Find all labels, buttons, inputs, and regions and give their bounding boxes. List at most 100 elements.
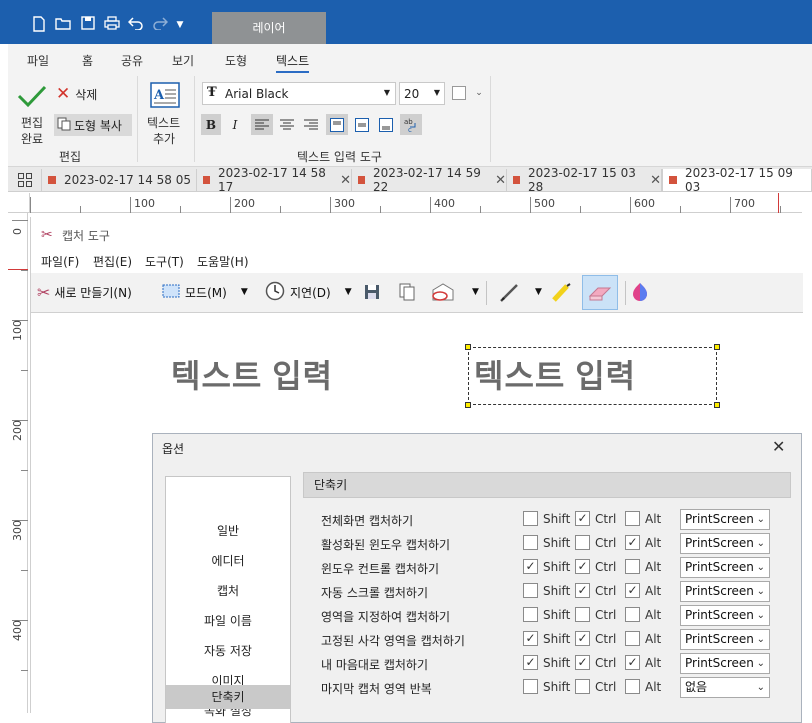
nav-item[interactable]: 일반 — [166, 519, 290, 543]
new-file-icon[interactable] — [30, 16, 48, 34]
menu-home[interactable]: 홈 — [82, 52, 93, 69]
alt-checkbox[interactable]: ✓ — [625, 655, 640, 670]
new-capture-button[interactable]: ✂ 새로 만들기(N) — [37, 279, 132, 305]
shape-copy-button[interactable]: 도형 복사 — [54, 114, 132, 136]
paint-3d-icon[interactable] — [631, 279, 649, 305]
key-select[interactable]: PrintScreen ⌄ — [680, 557, 770, 578]
resize-handle[interactable] — [714, 344, 720, 350]
ctrl-checkbox[interactable] — [575, 607, 590, 622]
ctrl-checkbox[interactable]: ✓ — [575, 511, 590, 526]
key-select[interactable]: PrintScreen ⌄ — [680, 509, 770, 530]
valign-bottom-icon[interactable] — [375, 114, 397, 135]
copy-icon[interactable] — [398, 279, 416, 305]
menu-view[interactable]: 보기 — [172, 52, 194, 69]
document-tab[interactable]: 2023-02-17 14 59 22 ✕ — [352, 166, 507, 194]
key-select[interactable]: 없음 ⌄ — [680, 677, 770, 698]
nav-item[interactable]: 캡처 — [166, 579, 290, 603]
font-name-combo[interactable]: Ŧ Arial Black ▼ — [202, 82, 396, 105]
mode-button[interactable]: 모드(M) ▼ — [162, 279, 248, 305]
key-select[interactable]: PrintScreen ⌄ — [680, 605, 770, 626]
key-select[interactable]: PrintScreen ⌄ — [680, 581, 770, 602]
shift-checkbox[interactable] — [523, 511, 538, 526]
capture-menu-file[interactable]: 파일(F) — [41, 253, 79, 270]
shift-checkbox[interactable]: ✓ — [523, 655, 538, 670]
alt-checkbox[interactable] — [625, 607, 640, 622]
shift-checkbox[interactable]: ✓ — [523, 559, 538, 574]
send-mail-icon[interactable] — [431, 279, 457, 305]
menu-file[interactable]: 파일 — [27, 52, 49, 69]
capture-menu-help[interactable]: 도움말(H) — [197, 253, 249, 270]
ctrl-checkbox[interactable]: ✓ — [575, 583, 590, 598]
ctrl-checkbox[interactable]: ✓ — [575, 655, 590, 670]
font-size-combo[interactable]: 20 ▼ — [399, 82, 445, 105]
close-icon[interactable]: ✕ — [495, 173, 506, 188]
chevron-down-icon[interactable]: ▼ — [535, 279, 542, 305]
open-folder-icon[interactable] — [54, 16, 72, 34]
document-tab[interactable]: 2023-02-17 14 58 05 — [42, 169, 197, 191]
key-select[interactable]: PrintScreen ⌄ — [680, 533, 770, 554]
ctrl-checkbox[interactable]: ✓ — [575, 559, 590, 574]
canvas-text-right[interactable]: 텍스트 입력 — [474, 351, 636, 397]
align-center-icon[interactable] — [276, 114, 298, 135]
resize-handle[interactable] — [465, 402, 471, 408]
shift-checkbox[interactable] — [523, 679, 538, 694]
redo-icon[interactable] — [151, 16, 169, 34]
alt-checkbox[interactable] — [625, 679, 640, 694]
shift-checkbox[interactable]: ✓ — [523, 631, 538, 646]
close-icon[interactable]: ✕ — [650, 173, 661, 188]
alt-checkbox[interactable]: ✓ — [625, 583, 640, 598]
delete-button[interactable]: ✕ 삭제 — [56, 84, 112, 104]
close-icon[interactable]: ✕ — [340, 173, 351, 188]
delay-button[interactable]: 지연(D) ▼ — [265, 279, 352, 305]
alt-checkbox[interactable]: ✓ — [625, 535, 640, 550]
align-right-icon[interactable] — [300, 114, 322, 135]
capture-menu-tools[interactable]: 도구(T) — [145, 253, 184, 270]
valign-top-icon[interactable] — [326, 114, 348, 135]
shift-checkbox[interactable] — [523, 607, 538, 622]
ctrl-checkbox[interactable] — [575, 679, 590, 694]
document-tab[interactable]: 2023-02-17 15 03 28 ✕ — [507, 166, 662, 194]
chevron-down-icon[interactable]: ⌄ — [473, 85, 485, 101]
resize-handle[interactable] — [714, 402, 720, 408]
text-wrap-icon[interactable]: ab c — [400, 114, 422, 135]
checkmark-icon[interactable] — [16, 82, 48, 110]
resize-handle[interactable] — [465, 344, 471, 350]
close-icon[interactable]: ✕ — [772, 437, 785, 456]
shift-checkbox[interactable] — [523, 535, 538, 550]
nav-item[interactable]: 파일 이름 — [166, 609, 290, 633]
color-swatch[interactable] — [452, 86, 466, 100]
ctrl-checkbox[interactable] — [575, 535, 590, 550]
grid-view-icon[interactable] — [8, 169, 42, 191]
alt-checkbox[interactable] — [625, 559, 640, 574]
menu-text[interactable]: 텍스트 — [276, 52, 310, 73]
customize-dropdown-icon[interactable]: ▼ — [171, 16, 189, 34]
print-icon[interactable] — [103, 16, 121, 34]
bold-button[interactable]: B — [201, 114, 221, 135]
save-icon[interactable] — [79, 16, 97, 34]
menu-shape[interactable]: 도형 — [225, 52, 247, 69]
canvas-text-left[interactable]: 텍스트 입력 — [171, 351, 333, 397]
capture-menu-edit[interactable]: 편집(E) — [93, 253, 132, 270]
text-selection-box[interactable]: 텍스트 입력 — [465, 344, 720, 408]
add-text-icon[interactable]: A — [150, 82, 180, 108]
nav-item[interactable]: 자동 저장 — [166, 639, 290, 663]
shift-checkbox[interactable] — [523, 583, 538, 598]
save-icon[interactable] — [364, 279, 380, 305]
menu-share[interactable]: 공유 — [121, 52, 143, 69]
key-select[interactable]: PrintScreen ⌄ — [680, 653, 770, 674]
document-tab[interactable]: 2023-02-17 14 58 17 ✕ — [197, 166, 352, 194]
ctrl-checkbox[interactable]: ✓ — [575, 631, 590, 646]
eraser-icon[interactable] — [582, 275, 618, 310]
document-tab-active[interactable]: 2023-02-17 15 09 03 — [662, 166, 812, 194]
alt-checkbox[interactable] — [625, 631, 640, 646]
chevron-down-icon[interactable]: ▼ — [472, 279, 479, 305]
undo-icon[interactable] — [127, 16, 145, 34]
layer-tab[interactable]: 레이어 — [212, 12, 326, 44]
highlighter-icon[interactable] — [550, 279, 574, 305]
key-select[interactable]: PrintScreen ⌄ — [680, 629, 770, 650]
italic-button[interactable]: I — [225, 114, 245, 135]
nav-item-active[interactable]: 단축키 — [166, 685, 290, 709]
align-left-icon[interactable] — [251, 114, 273, 135]
alt-checkbox[interactable] — [625, 511, 640, 526]
nav-item[interactable]: 에디터 — [166, 549, 290, 573]
